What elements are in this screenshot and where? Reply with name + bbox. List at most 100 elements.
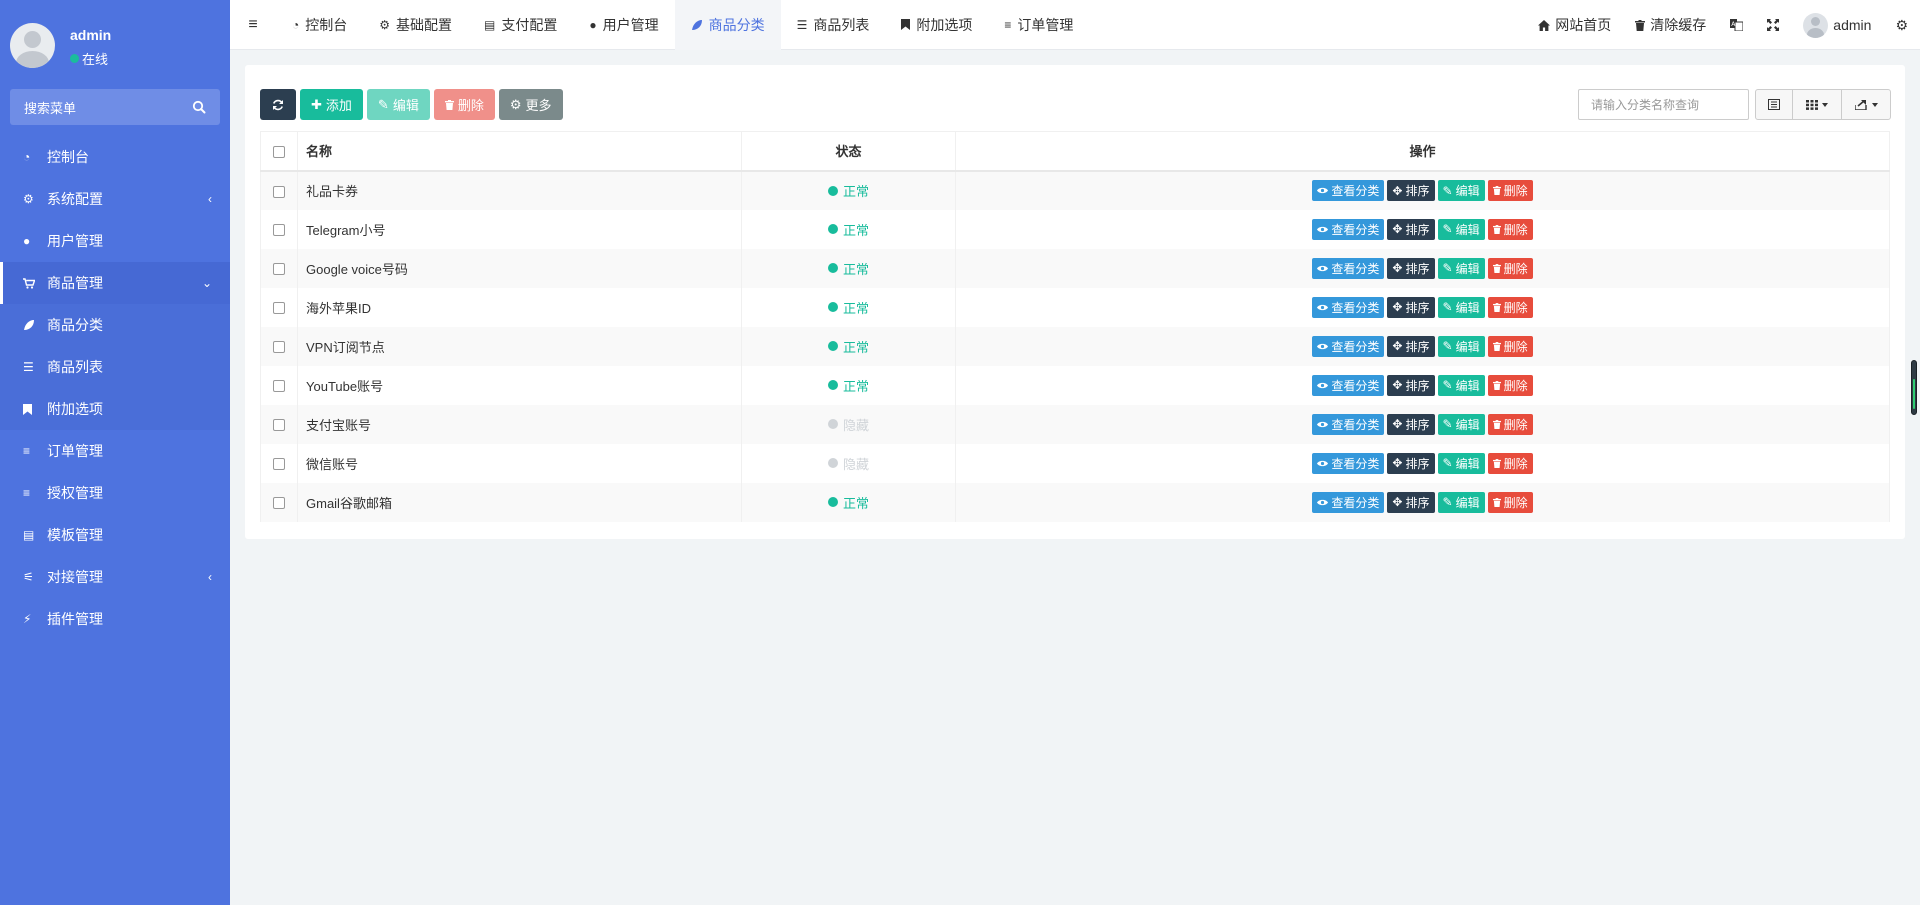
sidebar-item-orders[interactable]: ≡ 订单管理 — [0, 430, 230, 472]
search-icon[interactable] — [192, 100, 206, 114]
tab-orders[interactable]: ≡ 订单管理 — [988, 0, 1089, 50]
eye-icon — [1317, 304, 1329, 311]
view-category-button[interactable]: 查看分类 — [1312, 218, 1385, 240]
delete-row-button[interactable]: 删除 — [1487, 180, 1533, 201]
delete-row-button[interactable]: 删除 — [1487, 413, 1533, 435]
table-row[interactable]: Google voice号码 正常 查看分类 ✥ 排序 ✎ 编辑 删除 — [260, 248, 1890, 288]
sidebar-item-templates[interactable]: ▤ 模板管理 — [0, 514, 230, 556]
sort-button[interactable]: ✥ 排序 — [1387, 335, 1435, 357]
column-header-name[interactable]: 名称 — [297, 131, 742, 172]
sort-button[interactable]: ✥ 排序 — [1387, 180, 1435, 201]
tab-basic-config[interactable]: ⚙ 基础配置 — [363, 0, 468, 50]
tab-dashboard[interactable]: ◔ 控制台 — [276, 0, 363, 50]
sidebar-item-licenses[interactable]: ≡ 授权管理 — [0, 472, 230, 514]
row-checkbox[interactable] — [273, 224, 285, 237]
toggle-view-button[interactable] — [1755, 89, 1793, 120]
sort-button[interactable]: ✥ 排序 — [1387, 296, 1435, 318]
clear-cache-button[interactable]: 清除缓存 — [1623, 0, 1718, 50]
view-category-button[interactable]: 查看分类 — [1312, 257, 1385, 279]
table-row[interactable]: YouTube账号 正常 查看分类 ✥ 排序 ✎ 编辑 删除 — [260, 365, 1890, 405]
sidebar-item-plugins[interactable]: ⚡ 插件管理 — [0, 598, 230, 640]
edit-row-button[interactable]: ✎ 编辑 — [1437, 218, 1485, 240]
delete-row-button[interactable]: 删除 — [1487, 491, 1533, 513]
sidebar-item-integration[interactable]: ⚟ 对接管理 ‹ — [0, 556, 230, 598]
row-checkbox[interactable] — [273, 458, 285, 471]
edit-row-button[interactable]: ✎ 编辑 — [1437, 413, 1485, 435]
edit-row-button[interactable]: ✎ 编辑 — [1437, 180, 1485, 201]
page-scrollbar[interactable] — [1911, 360, 1917, 415]
sort-button[interactable]: ✥ 排序 — [1387, 218, 1435, 240]
add-button[interactable]: ✚ 添加 — [300, 89, 363, 120]
menu-search[interactable]: 搜索菜单 — [10, 89, 220, 125]
menu-toggle-icon[interactable]: ≡ — [230, 0, 276, 50]
view-category-button[interactable]: 查看分类 — [1312, 452, 1385, 474]
row-checkbox[interactable] — [273, 185, 285, 198]
language-button[interactable]: A — [1718, 0, 1755, 50]
row-checkbox[interactable] — [273, 263, 285, 276]
edit-row-button[interactable]: ✎ 编辑 — [1437, 452, 1485, 474]
view-category-button[interactable]: 查看分类 — [1312, 374, 1385, 396]
export-button[interactable] — [1841, 89, 1891, 120]
settings-button[interactable]: ⚙ — [1883, 0, 1920, 50]
sidebar-item-dashboard[interactable]: ◔ 控制台 — [0, 136, 230, 178]
table-row[interactable]: 支付宝账号 隐藏 查看分类 ✥ 排序 ✎ 编辑 删除 — [260, 404, 1890, 444]
table-row[interactable]: Telegram小号 正常 查看分类 ✥ 排序 ✎ 编辑 删除 — [260, 209, 1890, 249]
sort-button[interactable]: ✥ 排序 — [1387, 491, 1435, 513]
columns-toggle-button[interactable] — [1792, 89, 1842, 120]
tab-addons[interactable]: 附加选项 — [885, 0, 988, 50]
sidebar-item-goods-list[interactable]: ☰ 商品列表 — [0, 346, 230, 388]
table-row[interactable]: Gmail谷歌邮箱 正常 查看分类 ✥ 排序 ✎ 编辑 删除 — [260, 482, 1890, 522]
status-badge: 隐藏 — [827, 415, 869, 434]
more-button[interactable]: ⚙ 更多 — [498, 89, 563, 120]
fullscreen-button[interactable] — [1755, 0, 1791, 50]
dashboard-icon: ◔ — [23, 150, 31, 164]
delete-row-button[interactable]: 删除 — [1487, 257, 1533, 279]
sort-button[interactable]: ✥ 排序 — [1387, 413, 1435, 435]
view-category-button[interactable]: 查看分类 — [1312, 296, 1385, 318]
tab-payment-config[interactable]: ▤ 支付配置 — [468, 0, 573, 50]
view-category-button[interactable]: 查看分类 — [1312, 180, 1385, 201]
delete-button[interactable]: 删除 — [433, 89, 495, 120]
edit-row-button[interactable]: ✎ 编辑 — [1437, 335, 1485, 357]
tab-users[interactable]: ● 用户管理 — [573, 0, 674, 50]
delete-row-button[interactable]: 删除 — [1487, 218, 1533, 240]
sidebar-item-goods-category[interactable]: 商品分类 — [0, 304, 230, 346]
sidebar-item-goods[interactable]: 商品管理 ⌄ — [0, 262, 230, 304]
avatar[interactable] — [10, 23, 55, 68]
sidebar-item-addons[interactable]: 附加选项 — [0, 388, 230, 430]
edit-row-button[interactable]: ✎ 编辑 — [1437, 257, 1485, 279]
view-category-button[interactable]: 查看分类 — [1312, 491, 1385, 513]
tab-goods-category[interactable]: 商品分类 — [674, 0, 781, 50]
delete-row-button[interactable]: 删除 — [1487, 296, 1533, 318]
row-checkbox[interactable] — [273, 419, 285, 432]
edit-button[interactable]: ✎ 编辑 — [366, 89, 430, 120]
row-checkbox[interactable] — [273, 302, 285, 315]
category-search-input[interactable] — [1578, 89, 1749, 120]
delete-row-button[interactable]: 删除 — [1487, 452, 1533, 474]
sort-button[interactable]: ✥ 排序 — [1387, 374, 1435, 396]
delete-row-button[interactable]: 删除 — [1487, 374, 1533, 396]
row-checkbox[interactable] — [273, 341, 285, 354]
edit-row-button[interactable]: ✎ 编辑 — [1437, 491, 1485, 513]
view-category-button[interactable]: 查看分类 — [1312, 413, 1385, 435]
sidebar-item-system-config[interactable]: ⚙ 系统配置 ‹ — [0, 178, 230, 220]
site-home-link[interactable]: 网站首页 — [1526, 0, 1623, 50]
table-row[interactable]: 礼品卡券 正常 查看分类 ✥ 排序 ✎ 编辑 删除 — [260, 170, 1890, 210]
tab-goods-list[interactable]: ☰ 商品列表 — [781, 0, 886, 50]
row-checkbox[interactable] — [273, 497, 285, 510]
table-row[interactable]: 海外苹果ID 正常 查看分类 ✥ 排序 ✎ 编辑 删除 — [260, 287, 1890, 327]
table-row[interactable]: VPN订阅节点 正常 查看分类 ✥ 排序 ✎ 编辑 删除 — [260, 326, 1890, 366]
delete-row-button[interactable]: 删除 — [1487, 335, 1533, 357]
edit-row-button[interactable]: ✎ 编辑 — [1437, 374, 1485, 396]
row-checkbox[interactable] — [273, 380, 285, 393]
refresh-button[interactable] — [260, 89, 296, 120]
view-category-button[interactable]: 查看分类 — [1312, 335, 1385, 357]
edit-row-button[interactable]: ✎ 编辑 — [1437, 296, 1485, 318]
sidebar-item-users[interactable]: ● 用户管理 — [0, 220, 230, 262]
select-all-checkbox[interactable] — [273, 145, 285, 158]
sort-button[interactable]: ✥ 排序 — [1387, 257, 1435, 279]
user-menu[interactable]: admin — [1791, 0, 1883, 50]
table-row[interactable]: 微信账号 隐藏 查看分类 ✥ 排序 ✎ 编辑 删除 — [260, 443, 1890, 483]
column-header-status[interactable]: 状态 — [741, 131, 956, 172]
sort-button[interactable]: ✥ 排序 — [1387, 452, 1435, 474]
